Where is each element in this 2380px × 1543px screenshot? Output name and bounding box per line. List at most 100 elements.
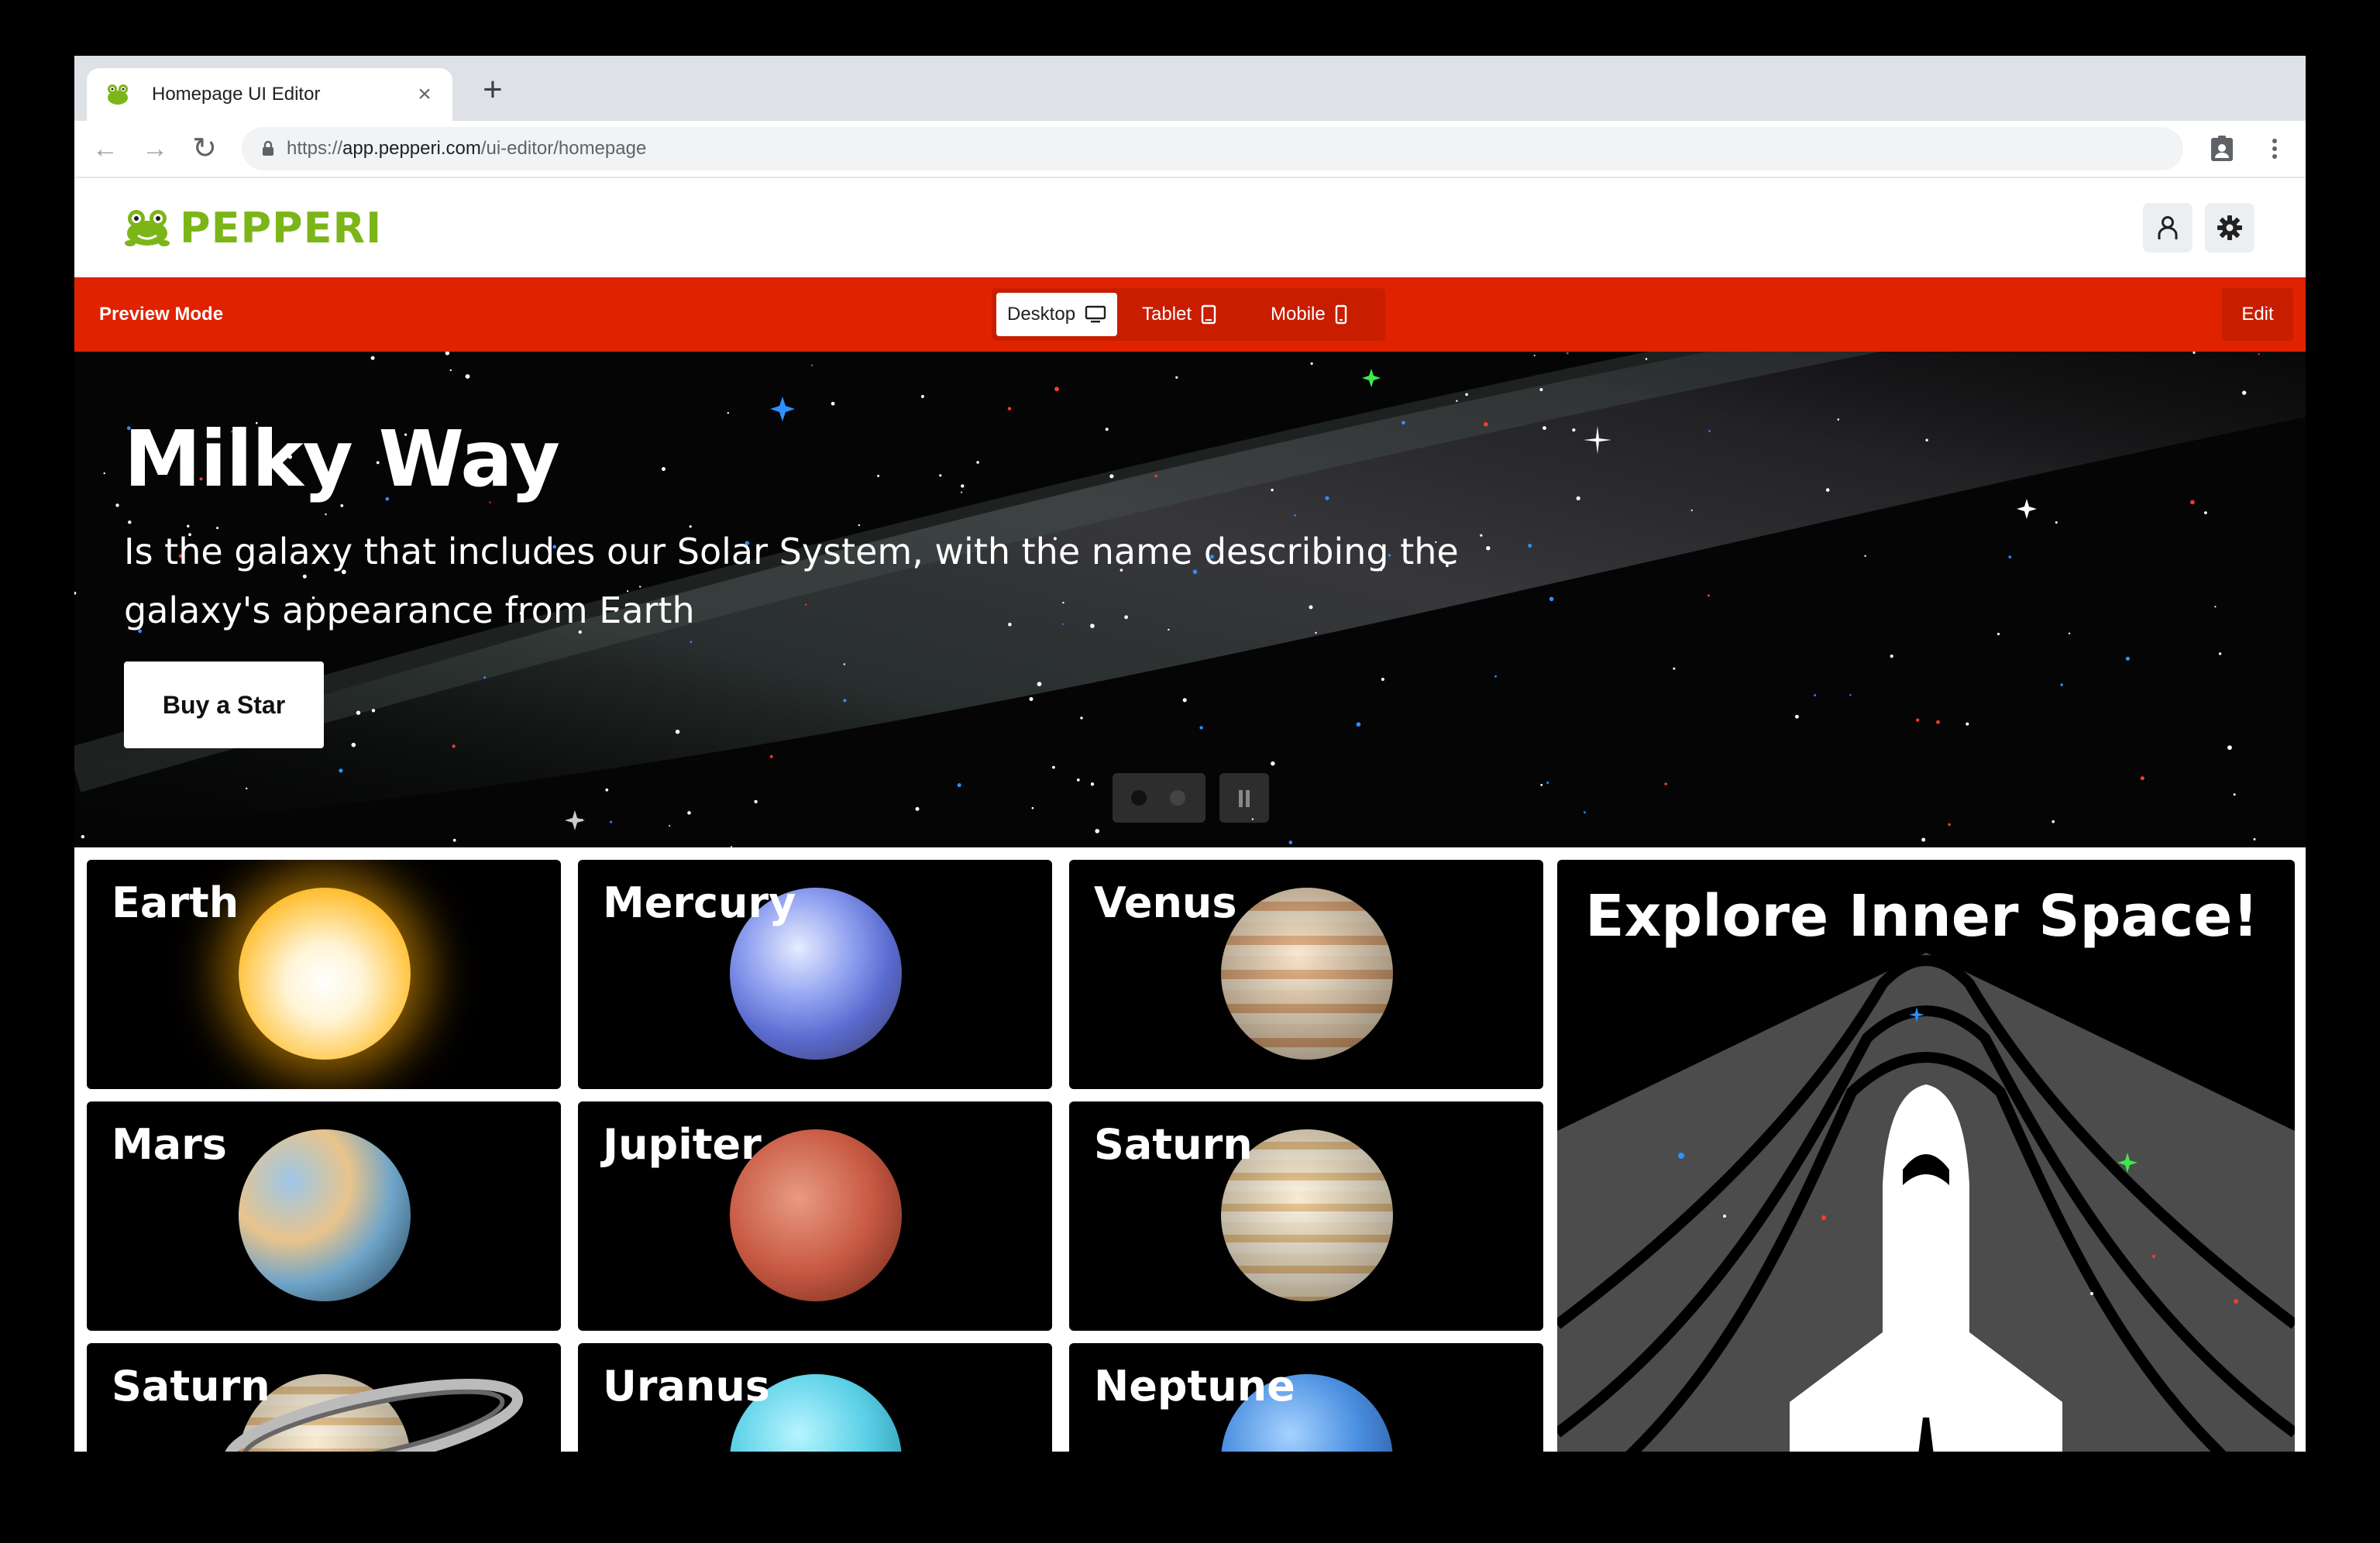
star (445, 352, 450, 356)
device-tablet-label: Tablet (1142, 304, 1192, 325)
settings-button[interactable] (2205, 203, 2254, 253)
star (1381, 678, 1384, 681)
star (452, 744, 456, 748)
back-arrow-icon[interactable]: ← (87, 130, 124, 167)
browser-tab[interactable]: Homepage UI Editor × (87, 68, 452, 121)
star (961, 484, 965, 488)
star (610, 820, 613, 823)
lock-icon (263, 141, 273, 156)
star (1837, 418, 1840, 421)
star (2233, 793, 2236, 796)
monitor-icon (1085, 305, 1106, 323)
tile-venus[interactable]: Venus (1069, 860, 1543, 1089)
more-menu-icon[interactable] (2259, 133, 2290, 164)
star (1814, 694, 1817, 696)
star (2253, 838, 2256, 840)
tile-neptune[interactable]: Neptune (1069, 1343, 1543, 1452)
star (1271, 488, 1274, 492)
star (325, 513, 327, 516)
star (1540, 784, 1543, 786)
user-icon (2158, 216, 2178, 239)
tile-uranus[interactable]: Uranus (578, 1343, 1052, 1452)
star (2008, 555, 2012, 558)
star (1948, 823, 1951, 826)
star (1052, 765, 1055, 769)
star (1288, 840, 1293, 844)
star (843, 663, 845, 665)
profile-badge-icon[interactable] (2206, 133, 2237, 164)
star (2052, 820, 2055, 823)
star (1673, 667, 1676, 670)
star (1997, 632, 2000, 636)
tile-label: Jupiter (603, 1120, 762, 1169)
star (1402, 421, 1405, 425)
star (1031, 806, 1034, 809)
star (1037, 682, 1042, 686)
promo-tile[interactable]: Explore Inner Space! (1557, 860, 2295, 1452)
star (1029, 697, 1034, 701)
pepperi-logo[interactable]: PEPPERI (124, 204, 382, 253)
star (1795, 714, 1799, 719)
carousel-dot-active[interactable] (1131, 790, 1147, 806)
star (1199, 726, 1203, 730)
star (2227, 745, 2232, 751)
device-mobile-button[interactable]: Mobile (1260, 293, 1358, 336)
carousel-pause-button[interactable] (1219, 773, 1269, 823)
white-sparkle (2017, 499, 2037, 519)
star (103, 472, 105, 475)
carousel-dot[interactable] (1170, 790, 1185, 806)
star (1154, 474, 1157, 478)
star (74, 591, 77, 595)
address-bar[interactable]: https://app.pepperi.com/ui-editor/homepa… (242, 127, 2183, 170)
new-tab-button[interactable]: + (474, 71, 511, 108)
tile-saturn[interactable]: Saturn (1069, 1101, 1543, 1331)
star (2190, 500, 2195, 505)
star (2055, 521, 2058, 524)
star (976, 461, 979, 464)
star (1921, 837, 1926, 842)
forward-arrow-icon[interactable]: → (136, 130, 174, 167)
star (843, 699, 847, 703)
tile-earth[interactable]: Earth (87, 860, 561, 1089)
user-account-button[interactable] (2143, 203, 2193, 253)
tile-label: Mercury (603, 878, 796, 927)
star (1090, 782, 1095, 786)
star (687, 811, 691, 815)
star (961, 491, 963, 493)
star (769, 754, 773, 758)
star (1584, 811, 1586, 814)
buy-star-button[interactable]: Buy a Star (124, 662, 324, 748)
device-desktop-label: Desktop (1007, 304, 1076, 325)
blue-sparkle (770, 397, 795, 421)
star (1007, 407, 1012, 411)
preview-mode-bar: Preview Mode Desktop Tablet Mobile Edit (74, 277, 2306, 352)
star (1864, 555, 1866, 557)
device-desktop-button[interactable]: Desktop (996, 293, 1118, 336)
device-tablet-button[interactable]: Tablet (1131, 293, 1227, 336)
green-sparkle (1362, 369, 1381, 387)
close-tab-icon[interactable]: × (409, 79, 440, 110)
star (370, 356, 375, 360)
star (1546, 782, 1549, 784)
phone-icon (1335, 304, 1346, 325)
star (1356, 722, 1361, 727)
star (2193, 352, 2196, 354)
star (1465, 393, 1468, 397)
star (2140, 776, 2144, 781)
reload-icon[interactable]: ↻ (186, 130, 223, 167)
star (1664, 782, 1667, 785)
star (1484, 421, 1488, 427)
star (1708, 430, 1711, 432)
star (1175, 376, 1178, 379)
tile-saturn-ringed[interactable]: Saturn (87, 1343, 561, 1452)
tile-mercury[interactable]: Mercury (578, 860, 1052, 1089)
tile-jupiter[interactable]: Jupiter (578, 1101, 1052, 1331)
white-sparkle (565, 810, 585, 830)
star (1456, 400, 1458, 402)
edit-button[interactable]: Edit (2222, 288, 2293, 341)
star (1576, 496, 1580, 500)
star (920, 394, 924, 398)
tile-mars[interactable]: Mars (87, 1101, 561, 1331)
promo-title: Explore Inner Space! (1585, 883, 2259, 950)
star (754, 799, 758, 804)
